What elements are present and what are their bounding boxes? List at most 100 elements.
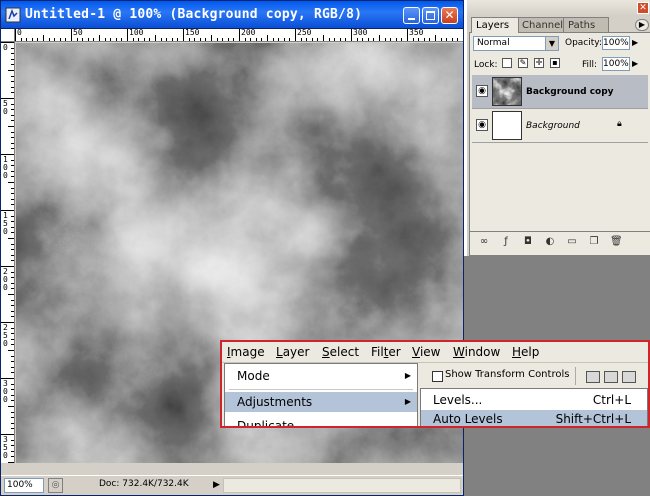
menu-item-duplicate[interactable]: Duplicate... bbox=[225, 416, 417, 426]
ruler-tick bbox=[11, 143, 14, 144]
eye-icon[interactable]: ◉ bbox=[476, 119, 488, 131]
layer-row-background-copy[interactable]: ◉ Background copy bbox=[472, 75, 648, 109]
adjustment-layer-icon[interactable]: ◐ bbox=[544, 236, 556, 248]
ruler-tick bbox=[457, 38, 458, 41]
menu-window[interactable]: Window bbox=[453, 345, 500, 359]
ruler-tick bbox=[110, 38, 111, 41]
fill-field[interactable]: 100% bbox=[602, 57, 630, 71]
submenu-arrow-icon: ▶ bbox=[404, 371, 411, 380]
align-top-icon[interactable] bbox=[586, 371, 600, 383]
ruler-tick bbox=[11, 137, 14, 138]
show-transform-controls-checkbox[interactable] bbox=[432, 371, 443, 382]
ruler-tick bbox=[301, 38, 302, 41]
layer-thumbnail bbox=[492, 77, 522, 106]
ruler-label: 100 bbox=[3, 155, 8, 180]
ruler-label: 250 bbox=[297, 29, 312, 37]
ruler-label: 0 bbox=[17, 29, 22, 37]
ruler-tick bbox=[368, 38, 369, 41]
menu-layer[interactable]: Layer bbox=[276, 345, 309, 359]
menu-help[interactable]: Help bbox=[512, 345, 539, 359]
ruler-tick bbox=[11, 395, 14, 396]
ruler-tick bbox=[71, 29, 72, 41]
menu-item-levels[interactable]: Levels... Ctrl+L bbox=[421, 391, 647, 409]
horizontal-scrollbar[interactable] bbox=[223, 478, 461, 493]
vertical-ruler[interactable]: 050100150200250300350400 bbox=[1, 42, 15, 463]
ruler-tick bbox=[32, 38, 33, 41]
ruler-label: 300 bbox=[353, 29, 368, 37]
menu-filter[interactable]: Filter bbox=[371, 345, 401, 359]
status-menu-arrow-icon[interactable]: ▶ bbox=[213, 479, 223, 492]
lock-transparency-icon[interactable] bbox=[502, 58, 512, 68]
palette-menu-icon[interactable]: ▶ bbox=[635, 19, 649, 31]
layer-row-background[interactable]: ◉ Background 🔒︎ bbox=[472, 109, 648, 143]
ruler-tick bbox=[77, 38, 78, 41]
maximize-button[interactable] bbox=[422, 7, 439, 24]
ruler-tick bbox=[11, 92, 14, 93]
ruler-tick bbox=[452, 38, 453, 41]
ruler-origin[interactable] bbox=[1, 29, 15, 42]
ruler-tick bbox=[441, 38, 442, 41]
ruler-tick bbox=[261, 38, 262, 41]
menu-view[interactable]: View bbox=[412, 345, 440, 359]
lock-image-icon[interactable]: ✎ bbox=[518, 58, 528, 68]
options-bar: Show Transform Controls bbox=[418, 363, 648, 388]
close-icon: ✕ bbox=[444, 8, 455, 22]
new-layer-icon[interactable]: ❐ bbox=[588, 236, 600, 248]
ruler-tick bbox=[11, 199, 14, 200]
minimize-button[interactable] bbox=[403, 7, 420, 24]
ruler-label: 150 bbox=[185, 29, 200, 37]
ruler-tick bbox=[245, 38, 246, 41]
palette-close-icon[interactable]: ✕ bbox=[637, 2, 649, 14]
zoom-field[interactable]: 100% bbox=[4, 478, 44, 493]
menu-item-adjustments[interactable]: Adjustments ▶ bbox=[225, 392, 417, 412]
shortcut-label: Shift+Ctrl+L bbox=[555, 412, 631, 426]
ruler-tick bbox=[11, 311, 14, 312]
menu-item-auto-levels[interactable]: Auto Levels Shift+Ctrl+L bbox=[421, 410, 647, 426]
tab-paths[interactable]: Paths bbox=[563, 17, 609, 33]
lock-all-icon[interactable]: ▪ bbox=[550, 58, 560, 68]
palette-titlebar[interactable]: ✕ bbox=[467, 0, 650, 16]
layer-style-icon[interactable]: ƒ bbox=[500, 236, 512, 248]
eye-icon[interactable]: ◉ bbox=[476, 85, 488, 97]
tab-channels[interactable]: Channels bbox=[517, 17, 568, 33]
ruler-label: 50 bbox=[3, 99, 8, 116]
ruler-tick bbox=[357, 38, 358, 41]
status-info-icon[interactable]: ◎ bbox=[48, 478, 63, 493]
ruler-tick bbox=[11, 272, 14, 273]
layers-palette: ✕ Layers Channels Paths ▶ Normal ▼ Opaci… bbox=[466, 0, 650, 256]
lock-position-icon[interactable]: ✛ bbox=[534, 58, 544, 68]
blend-mode-select[interactable]: Normal ▼ bbox=[473, 36, 559, 51]
fill-label: Fill: bbox=[582, 60, 598, 70]
align-vertical-center-icon[interactable] bbox=[604, 371, 618, 383]
menu-item-mode[interactable]: Mode ▶ bbox=[225, 366, 417, 386]
ruler-tick bbox=[11, 109, 14, 110]
ruler-tick bbox=[278, 38, 279, 41]
link-layers-icon[interactable]: ∞ bbox=[478, 236, 490, 248]
ruler-tick bbox=[11, 176, 14, 177]
ruler-tick bbox=[11, 445, 14, 446]
align-bottom-icon[interactable] bbox=[622, 371, 636, 383]
new-group-icon[interactable]: ▭ bbox=[566, 236, 578, 248]
ruler-tick bbox=[177, 38, 178, 41]
opacity-field[interactable]: 100% bbox=[602, 36, 630, 50]
ruler-tick bbox=[49, 38, 50, 41]
opacity-slider-arrow-icon[interactable]: ▶ bbox=[632, 38, 638, 47]
ruler-tick bbox=[267, 35, 268, 41]
horizontal-ruler[interactable]: 050100150200250300350400 bbox=[15, 29, 463, 42]
ruler-tick bbox=[211, 35, 212, 41]
ruler-tick bbox=[11, 316, 14, 317]
ruler-tick bbox=[323, 35, 324, 41]
ruler-tick bbox=[11, 389, 14, 390]
layer-name: Background copy bbox=[526, 87, 614, 97]
trash-icon[interactable]: 🗑︎ bbox=[610, 236, 623, 248]
close-button[interactable]: ✕ bbox=[441, 7, 458, 24]
ruler-tick bbox=[362, 38, 363, 41]
menu-image[interactable]: Image bbox=[227, 345, 265, 359]
tab-layers[interactable]: Layers bbox=[471, 17, 519, 33]
ruler-label: 150 bbox=[3, 211, 8, 236]
ruler-tick bbox=[273, 38, 274, 41]
layer-mask-icon[interactable]: ◘ bbox=[522, 236, 534, 248]
document-titlebar[interactable]: Untitled-1 @ 100% (Background copy, RGB/… bbox=[1, 1, 463, 29]
menu-select[interactable]: Select bbox=[322, 345, 359, 359]
fill-slider-arrow-icon[interactable]: ▶ bbox=[632, 59, 638, 68]
